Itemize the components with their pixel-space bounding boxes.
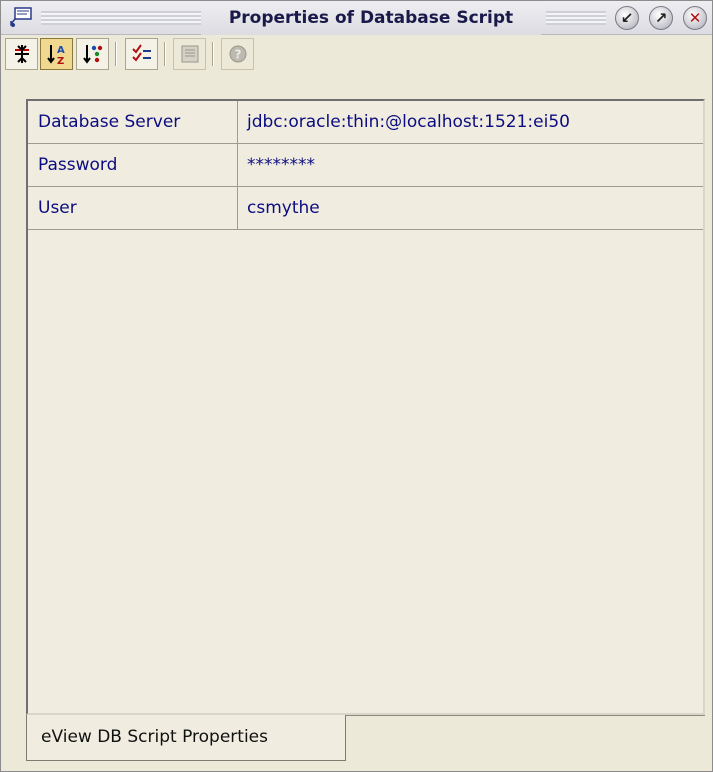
window-title: Properties of Database Script [201, 1, 541, 35]
toolbar-separator [115, 42, 117, 66]
svg-text:Z: Z [57, 56, 64, 66]
sort-by-name-button[interactable]: A Z [40, 38, 73, 70]
property-row-user[interactable]: User csmythe [28, 187, 703, 230]
close-button[interactable]: ✕ [683, 6, 707, 30]
help-button[interactable]: ? [221, 38, 254, 70]
title-grip-left [41, 11, 201, 25]
toolbar-separator [212, 42, 214, 66]
property-name: Password [28, 144, 238, 186]
title-grip-right [546, 11, 606, 25]
minimize-button[interactable]: ↙ [615, 6, 639, 30]
show-editable-button[interactable] [125, 38, 158, 70]
sort-by-type-button[interactable] [76, 38, 109, 70]
tab-eview-db-script-properties[interactable]: eView DB Script Properties [26, 715, 346, 761]
sort-type-icon [82, 45, 102, 64]
property-value-field[interactable]: csmythe [239, 187, 703, 229]
maximize-icon: ↗ [654, 9, 668, 27]
property-row-database-server[interactable]: Database Server jdbc:oracle:thin:@localh… [28, 101, 703, 144]
maximize-button[interactable]: ↗ [649, 6, 673, 30]
description-button[interactable] [173, 38, 206, 70]
close-icon: ✕ [688, 9, 702, 27]
categorized-icon [14, 45, 29, 63]
checklist-icon [131, 44, 151, 62]
svg-text:A: A [57, 45, 65, 56]
properties-window: Properties of Database Script ↙ ↗ ✕ A Z … [0, 0, 713, 772]
svg-text:?: ? [234, 48, 241, 62]
categorized-button[interactable] [5, 38, 38, 70]
title-bar[interactable]: Properties of Database Script ↙ ↗ ✕ [1, 1, 712, 35]
property-sheet: Database Server jdbc:oracle:thin:@localh… [26, 99, 705, 715]
description-icon [181, 45, 198, 63]
minimize-icon: ↙ [620, 9, 634, 27]
toolbar-separator [164, 42, 166, 66]
property-row-password[interactable]: Password ******** [28, 144, 703, 187]
toolbar: A Z ? [1, 35, 712, 95]
property-name: Database Server [28, 101, 238, 143]
property-value-field[interactable]: jdbc:oracle:thin:@localhost:1521:ei50 [239, 101, 703, 143]
left-resize-handle[interactable] [1, 99, 11, 759]
property-value-field[interactable]: ******** [239, 144, 703, 186]
help-icon: ? [229, 45, 246, 63]
tab-strip: eView DB Script Properties [26, 715, 705, 761]
properties-window-icon [9, 7, 33, 29]
property-name: User [28, 187, 238, 229]
sort-az-icon: A Z [46, 45, 65, 66]
